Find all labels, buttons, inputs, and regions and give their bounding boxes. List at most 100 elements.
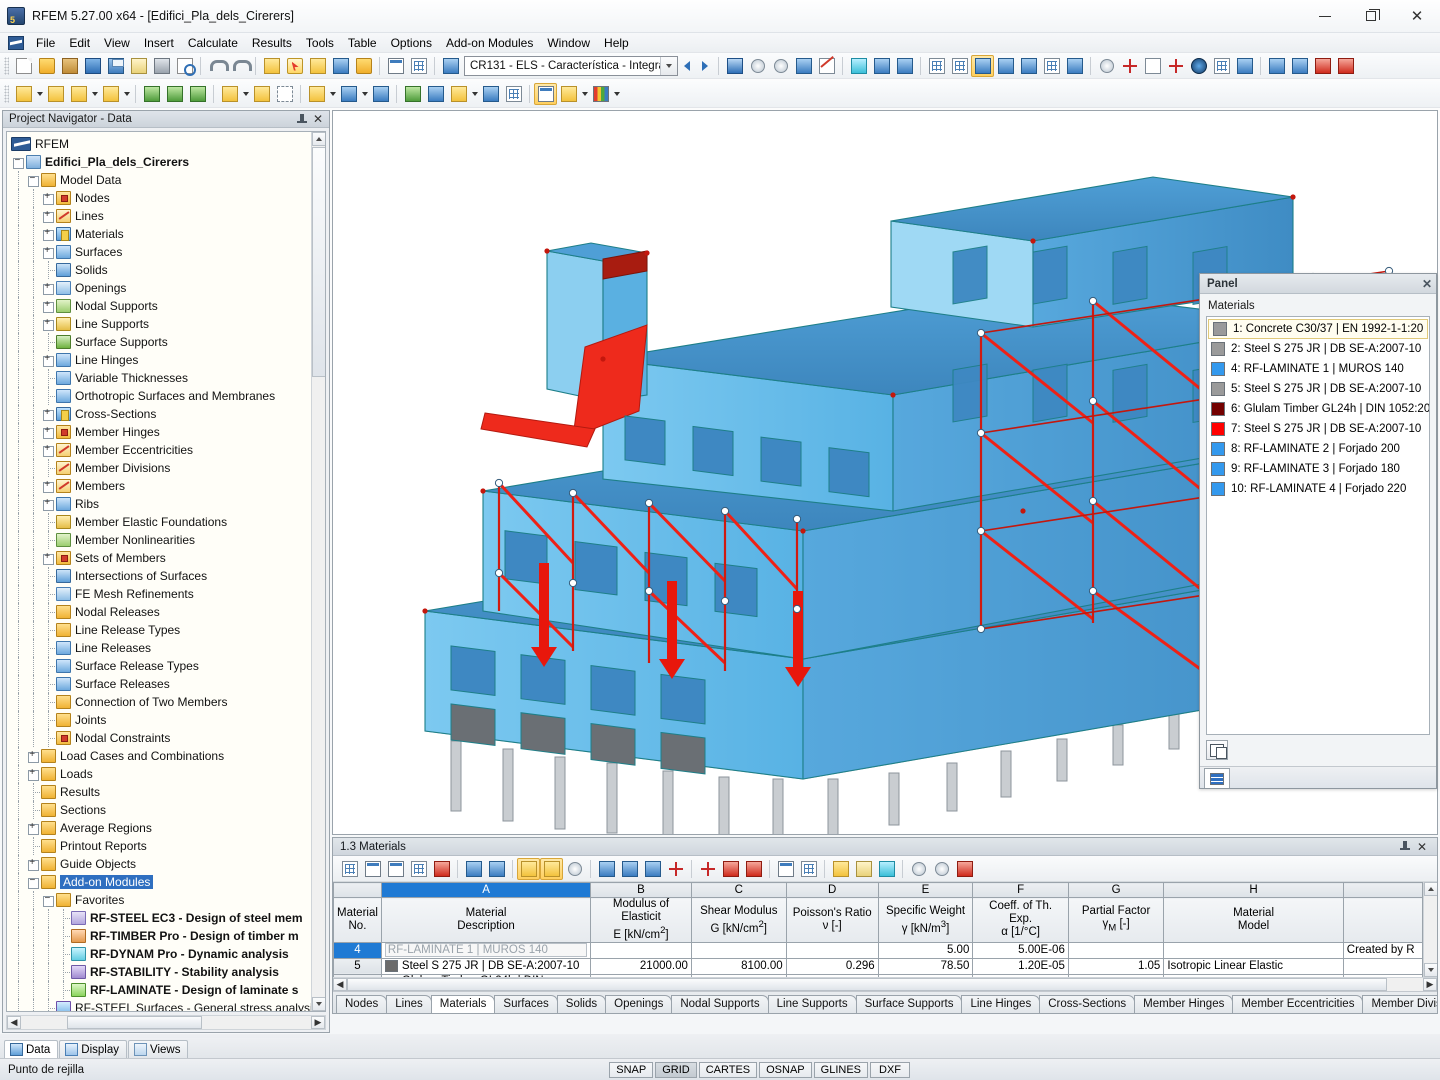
print-preview-icon[interactable] — [173, 55, 196, 77]
tree-item-nodes[interactable]: Nodes — [11, 189, 325, 207]
tree-item-model-data[interactable]: Model Data — [11, 171, 325, 189]
close-icon[interactable]: ✕ — [1417, 841, 1430, 853]
chevron-down-icon[interactable] — [360, 83, 369, 105]
column-letter-header[interactable] — [333, 882, 382, 898]
menu-table[interactable]: Table — [341, 34, 384, 52]
results-axial-icon[interactable] — [769, 55, 792, 77]
insert-row-icon[interactable] — [361, 858, 384, 880]
new-surface-icon[interactable] — [140, 83, 163, 105]
color-bars-icon[interactable] — [1204, 768, 1230, 788]
undo-icon[interactable] — [205, 55, 229, 77]
tree-expand-icon[interactable] — [41, 549, 56, 567]
glasses-icon[interactable] — [847, 55, 870, 77]
tree-item-favorites[interactable]: Favorites — [11, 891, 325, 909]
material-model-cell[interactable] — [1163, 941, 1344, 959]
indent-right-icon[interactable] — [742, 858, 765, 880]
edit-surface-icon[interactable] — [260, 55, 283, 77]
import-icon[interactable] — [81, 55, 104, 77]
tree-expand-icon[interactable] — [41, 189, 56, 207]
tree-item-rf-dynam-pro-dynamic-analysis[interactable]: RF-DYNAM Pro - Dynamic analysis — [11, 945, 325, 963]
tree-item-rf-stability-stability-analysis[interactable]: RF-STABILITY - Stability analysis — [11, 963, 325, 981]
tree-item-solids[interactable]: Solids — [11, 261, 325, 279]
menu-addon-modules[interactable]: Add-on Modules — [439, 34, 540, 52]
tree-item-nodal-releases[interactable]: Nodal Releases — [11, 603, 325, 621]
maximize-button[interactable] — [1348, 0, 1394, 33]
table-tab-surfaces[interactable]: Surfaces — [494, 995, 558, 1013]
table-tab-solids[interactable]: Solids — [556, 995, 607, 1013]
column-letter-header[interactable] — [1342, 882, 1423, 898]
minimize-button[interactable] — [1302, 0, 1348, 33]
tree-item-rf-timber-pro-design-of-timber-m[interactable]: RF-TIMBER Pro - Design of timber m — [11, 927, 325, 945]
node-snap-icon[interactable] — [1095, 55, 1118, 77]
tree-expand-icon[interactable] — [41, 207, 56, 225]
material-description-cell[interactable]: RF-LAMINATE 1 | MUROS 140 — [380, 941, 592, 959]
tree-expand-icon[interactable] — [41, 351, 56, 369]
column-letter-header[interactable]: E — [877, 882, 974, 898]
toolbar-grip[interactable] — [4, 56, 9, 75]
thermal-expansion-cell[interactable]: 1.20E-05 — [972, 957, 1069, 975]
status-toggle-osnap[interactable]: OSNAP — [759, 1061, 812, 1078]
column-letter-header[interactable]: B — [590, 882, 692, 898]
tree-item-line-releases[interactable]: Line Releases — [11, 639, 325, 657]
table-tab-member-divisions[interactable]: Member Divisions — [1362, 995, 1437, 1013]
prev-icon[interactable] — [462, 858, 485, 880]
panel-close-icon[interactable]: ✕ — [1422, 277, 1432, 291]
tree-expand-icon[interactable] — [41, 405, 56, 423]
table-tab-nodes[interactable]: Nodes — [336, 995, 388, 1013]
tree-expand-icon[interactable] — [26, 819, 41, 837]
column-letter-header[interactable]: C — [690, 882, 787, 898]
status-toggle-dxf[interactable]: DXF — [870, 1061, 910, 1078]
next-load-case-icon[interactable] — [696, 55, 714, 77]
table-tab-line-hinges[interactable]: Line Hinges — [961, 995, 1041, 1013]
modulus-elasticity-cell[interactable]: 21000.00 — [590, 957, 692, 975]
panel-material-item[interactable]: 9: RF-LAMINATE 3 | Forjado 180 — [1207, 459, 1429, 479]
panel-material-item[interactable]: 2: Steel S 275 JR | DB SE-A:2007-10 — [1207, 339, 1429, 359]
mirror-icon[interactable] — [1141, 55, 1164, 77]
tree-item-rf-steel-surfaces-general-stress-analysi[interactable]: RF-STEEL Surfaces - General stress analy… — [11, 999, 325, 1011]
tree-expand-icon[interactable] — [41, 495, 56, 513]
undo-icon[interactable] — [517, 857, 540, 880]
navigator-tab-data[interactable]: Data — [4, 1040, 59, 1058]
new-line-icon[interactable] — [44, 83, 67, 105]
specific-weight-cell[interactable]: 78.50 — [877, 957, 974, 975]
comment-cell[interactable]: Created by R — [1342, 941, 1423, 959]
tree-item-member-eccentricities[interactable]: Member Eccentricities — [11, 441, 325, 459]
materials-table[interactable]: A B C D E F G H Material No. Material Description Mo… — [333, 882, 1423, 977]
tree-collapse-icon[interactable] — [11, 153, 26, 171]
tree-item-joints[interactable]: Joints — [11, 711, 325, 729]
info-icon[interactable] — [641, 858, 664, 880]
tree-expand-icon[interactable] — [41, 243, 56, 261]
scroll-thumb[interactable] — [312, 147, 325, 377]
panel-material-item[interactable]: 10: RF-LAMINATE 4 | Forjado 220 — [1207, 479, 1429, 499]
new-polyline-icon[interactable] — [99, 83, 122, 105]
modulus-elasticity-cell[interactable] — [590, 941, 692, 959]
shear-modulus-cell[interactable]: 8100.00 — [690, 957, 787, 975]
tree-expand-icon[interactable] — [26, 747, 41, 765]
tree-item-rfem[interactable]: RFEM — [11, 135, 325, 153]
tree-item-nodal-constraints[interactable]: Nodal Constraints — [11, 729, 325, 747]
panel-material-item[interactable]: 6: Glulam Timber GL24h | DIN 1052:20 — [1207, 399, 1429, 419]
scroll-down-icon[interactable] — [1424, 963, 1437, 977]
legend-panel[interactable]: Panel ✕ Materials 1: Concrete C30/37 | E… — [1199, 273, 1437, 789]
edit-row-icon[interactable] — [407, 858, 430, 880]
color-scale-icon[interactable] — [589, 83, 612, 105]
load-case-combo[interactable]: CR131 - ELS - Característica - Integrada — [464, 55, 678, 76]
open-folder-icon[interactable] — [35, 55, 58, 77]
thermal-expansion-cell[interactable]: 5.00E-06 — [972, 941, 1069, 959]
row-number-cell[interactable]: 5 — [333, 957, 382, 975]
new-solid-icon[interactable] — [186, 83, 209, 105]
export-icon[interactable] — [1311, 55, 1334, 77]
toolbar-grip[interactable] — [4, 85, 9, 103]
scroll-up-icon[interactable] — [1424, 882, 1437, 896]
table-tab-member-hinges[interactable]: Member Hinges — [1134, 995, 1234, 1013]
tree-expand-icon[interactable] — [41, 477, 56, 495]
menu-window[interactable]: Window — [540, 34, 597, 52]
column-letter-header[interactable]: A — [380, 882, 592, 898]
clipboard-icon[interactable] — [127, 55, 150, 77]
scroll-right-icon[interactable]: ▶ — [1423, 978, 1437, 991]
tree-item-members[interactable]: Members — [11, 477, 325, 495]
new-node-icon[interactable] — [12, 83, 35, 105]
support-left-icon[interactable] — [870, 55, 893, 77]
view-select-icon[interactable] — [283, 55, 306, 77]
menu-results[interactable]: Results — [245, 34, 299, 52]
